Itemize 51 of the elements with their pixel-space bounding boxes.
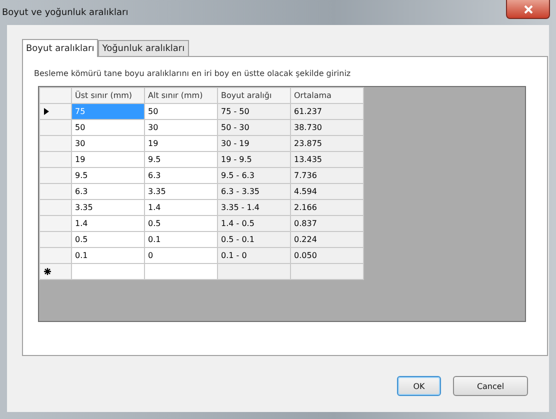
table-cell[interactable]: 0.837 (290, 216, 364, 232)
table-cell[interactable]: 0.5 - 0.1 (218, 232, 290, 248)
table-cell[interactable]: 1.4 (144, 200, 218, 216)
table-cell[interactable]: 0 (144, 248, 218, 264)
table-cell[interactable]: 19 (72, 152, 144, 168)
table-cell[interactable]: 30 (72, 136, 144, 152)
table-cell[interactable]: 9.5 (72, 168, 144, 184)
column-header[interactable]: Boyut aralığı (218, 88, 290, 104)
table-cell[interactable]: 50 (72, 120, 144, 136)
window-title: Boyut ve yoğunluk aralıkları (2, 8, 128, 18)
table-cell[interactable]: 7.736 (290, 168, 364, 184)
table-cell[interactable]: 61.237 (290, 104, 364, 120)
column-header[interactable]: Alt sınır (mm) (144, 88, 218, 104)
table-cell[interactable]: 6.3 (72, 184, 144, 200)
table-cell[interactable]: 13.435 (290, 152, 364, 168)
table-cell[interactable]: 2.166 (290, 200, 364, 216)
table-cell[interactable]: 1.4 (72, 216, 144, 232)
table-cell[interactable]: 0.1 - 0 (218, 248, 290, 264)
table-cell[interactable]: 75 - 50 (218, 104, 290, 120)
table-cell[interactable]: 50 (144, 104, 218, 120)
table-cell[interactable]: 0.1 (144, 232, 218, 248)
table-cell[interactable]: 0.224 (290, 232, 364, 248)
table-cell[interactable]: 38.730 (290, 120, 364, 136)
table-cell[interactable]: 30 - 19 (218, 136, 290, 152)
table-cell[interactable]: 0.5 (72, 232, 144, 248)
dialog-button[interactable]: OK (397, 376, 441, 396)
table-cell[interactable]: 50 - 30 (218, 120, 290, 136)
table-cell[interactable]: 0.050 (290, 248, 364, 264)
table-cell[interactable]: 9.5 (144, 152, 218, 168)
table-cell[interactable]: 4.594 (290, 184, 364, 200)
table-cell[interactable]: 0.5 (144, 216, 218, 232)
table-cell[interactable]: 3.35 (72, 200, 144, 216)
close-icon (524, 4, 532, 14)
tab[interactable]: Boyut aralıkları (22, 39, 98, 57)
dialog-button[interactable]: Cancel (453, 376, 528, 396)
close-button[interactable] (506, 0, 550, 19)
table-cell[interactable]: 0.1 (72, 248, 144, 264)
table-cell[interactable]: 6.3 - 3.35 (218, 184, 290, 200)
table-cell[interactable]: 3.35 - 1.4 (218, 200, 290, 216)
table-cell[interactable]: 3.35 (144, 184, 218, 200)
table-cell[interactable]: 1.4 - 0.5 (218, 216, 290, 232)
instruction-text: Besleme kömürü tane boyu aralıklarını en iri boy en üstte olacak şekilde giriniz (34, 69, 352, 78)
table-cell[interactable]: 6.3 (144, 168, 218, 184)
table-cell[interactable]: 19 - 9.5 (218, 152, 290, 168)
table-cell[interactable]: 19 (144, 136, 218, 152)
table-cell[interactable]: 23.875 (290, 136, 364, 152)
table-cell[interactable]: 9.5 - 6.3 (218, 168, 290, 184)
column-header[interactable]: Ortalama (290, 88, 364, 104)
tab[interactable]: Yoğunluk aralıkları (98, 40, 189, 56)
column-header[interactable]: Üst sınır (mm) (72, 88, 144, 104)
table-cell[interactable]: 30 (144, 120, 218, 136)
